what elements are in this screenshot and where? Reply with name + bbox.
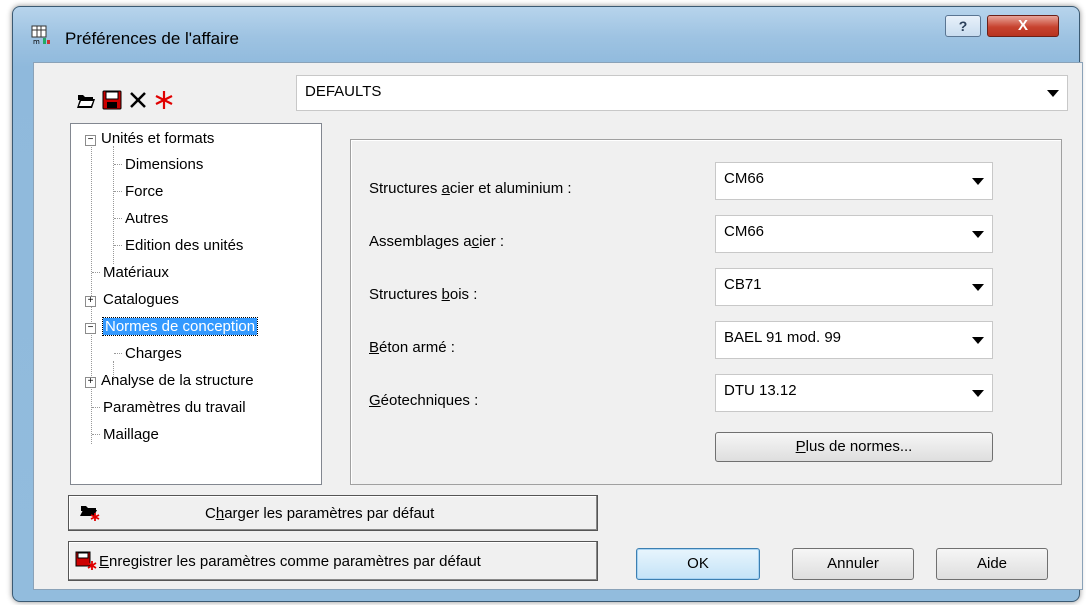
more-norms-button[interactable]: Plus de normes... [715, 432, 993, 462]
steel-connections-value: CM66 [724, 223, 765, 240]
tree-item-label: Force [125, 183, 164, 200]
expand-icon[interactable]: + [85, 296, 96, 307]
timber-label: Structures bois : [369, 286, 478, 303]
dialog-window: m Préférences de l'affaire ? X DEFAULTS … [12, 6, 1083, 602]
tree-item-autres[interactable]: Autres [125, 210, 168, 227]
new-star-icon[interactable] [154, 90, 174, 110]
rc-select[interactable]: BAEL 91 mod. 99 [715, 321, 993, 359]
tree-item-parametres-travail[interactable]: Paramètres du travail [103, 399, 246, 416]
tree-item-label: Unités et formats [101, 130, 215, 147]
steel-connections-select[interactable]: CM66 [715, 215, 993, 253]
steel-connections-label: Assemblages acier : [369, 233, 505, 250]
tree-item-analyse-structure[interactable]: + Analyse de la structure [85, 372, 254, 389]
steel-aluminium-value: CM66 [724, 170, 765, 187]
steel-aluminium-label: Structures acier et aluminium : [369, 180, 572, 197]
tree-item-label: Autres [125, 210, 169, 227]
chevron-down-icon [972, 231, 984, 238]
collapse-icon[interactable]: − [85, 135, 96, 146]
expand-icon[interactable]: + [85, 377, 96, 388]
settings-tree[interactable]: − Unités et formats Dimensions Force Aut… [70, 123, 322, 485]
app-icon: m [31, 25, 50, 45]
load-defaults-button[interactable]: Charger les paramètres par défaut [68, 495, 598, 531]
tree-item-catalogues[interactable]: + Catalogues [85, 291, 179, 308]
tree-item-label: Paramètres du travail [103, 399, 246, 416]
cancel-button[interactable]: Annuler [792, 548, 914, 580]
tree-item-label: Edition des unités [125, 237, 244, 254]
tree-item-label: Analyse de la structure [101, 372, 254, 389]
tree-item-normes-conception[interactable]: − Normes de conception [85, 317, 259, 336]
chevron-down-icon [1047, 90, 1059, 97]
chevron-down-icon [972, 284, 984, 291]
svg-text:m: m [33, 38, 40, 45]
rc-value: BAEL 91 mod. 99 [724, 329, 842, 346]
close-button[interactable]: X [987, 15, 1059, 37]
geotechnical-select[interactable]: DTU 13.12 [715, 374, 993, 412]
delete-icon[interactable] [128, 90, 148, 110]
tree-item-label: Charges [125, 345, 182, 362]
profile-select[interactable]: DEFAULTS [296, 75, 1068, 111]
tree-item-label: Matériaux [103, 264, 169, 281]
chevron-down-icon [972, 337, 984, 344]
timber-select[interactable]: CB71 [715, 268, 993, 306]
rc-label: Béton armé : [369, 339, 455, 356]
load-defaults-label: Charger les paramètres par défaut [205, 505, 435, 522]
tree-item-label: Dimensions [125, 156, 204, 173]
help-button[interactable]: Aide [936, 548, 1048, 580]
window-title: Préférences de l'affaire [65, 29, 239, 48]
save-defaults-icon [75, 551, 97, 570]
tree-item-force[interactable]: Force [125, 183, 163, 200]
chevron-down-icon [972, 390, 984, 397]
load-folder-icon [80, 506, 100, 521]
tree-item-label: Catalogues [103, 291, 179, 308]
tree-item-label: Maillage [103, 426, 159, 443]
help-title-button[interactable]: ? [945, 15, 981, 37]
save-icon[interactable] [102, 90, 122, 110]
chevron-down-icon [972, 178, 984, 185]
profile-select-value: DEFAULTS [305, 83, 382, 100]
tree-item-edition-unites[interactable]: Edition des unités [125, 237, 243, 254]
norms-panel: Structures acier et aluminium : CM66 Ass… [350, 139, 1062, 485]
open-folder-icon[interactable] [76, 90, 96, 110]
geotechnical-value: DTU 13.12 [724, 382, 797, 399]
tree-item-maillage[interactable]: Maillage [103, 426, 159, 443]
collapse-icon[interactable]: − [85, 323, 96, 334]
steel-aluminium-select[interactable]: CM66 [715, 162, 993, 200]
tree-item-label: Normes de conception [101, 317, 259, 336]
tree-item-unites-formats[interactable]: − Unités et formats [85, 130, 214, 147]
save-defaults-label: Enregistrer les paramètres comme paramèt… [99, 553, 481, 570]
save-defaults-button[interactable]: Enregistrer les paramètres comme paramèt… [68, 541, 598, 581]
tree-item-dimensions[interactable]: Dimensions [125, 156, 203, 173]
geotechnical-label: Géotechniques : [369, 392, 479, 409]
ok-button[interactable]: OK [636, 548, 760, 580]
tree-item-materiaux[interactable]: Matériaux [103, 264, 169, 281]
timber-value: CB71 [724, 276, 762, 293]
dialog-client-area: DEFAULTS − Unités et formats Dimensions … [33, 62, 1083, 590]
tree-item-charges[interactable]: Charges [125, 345, 182, 362]
